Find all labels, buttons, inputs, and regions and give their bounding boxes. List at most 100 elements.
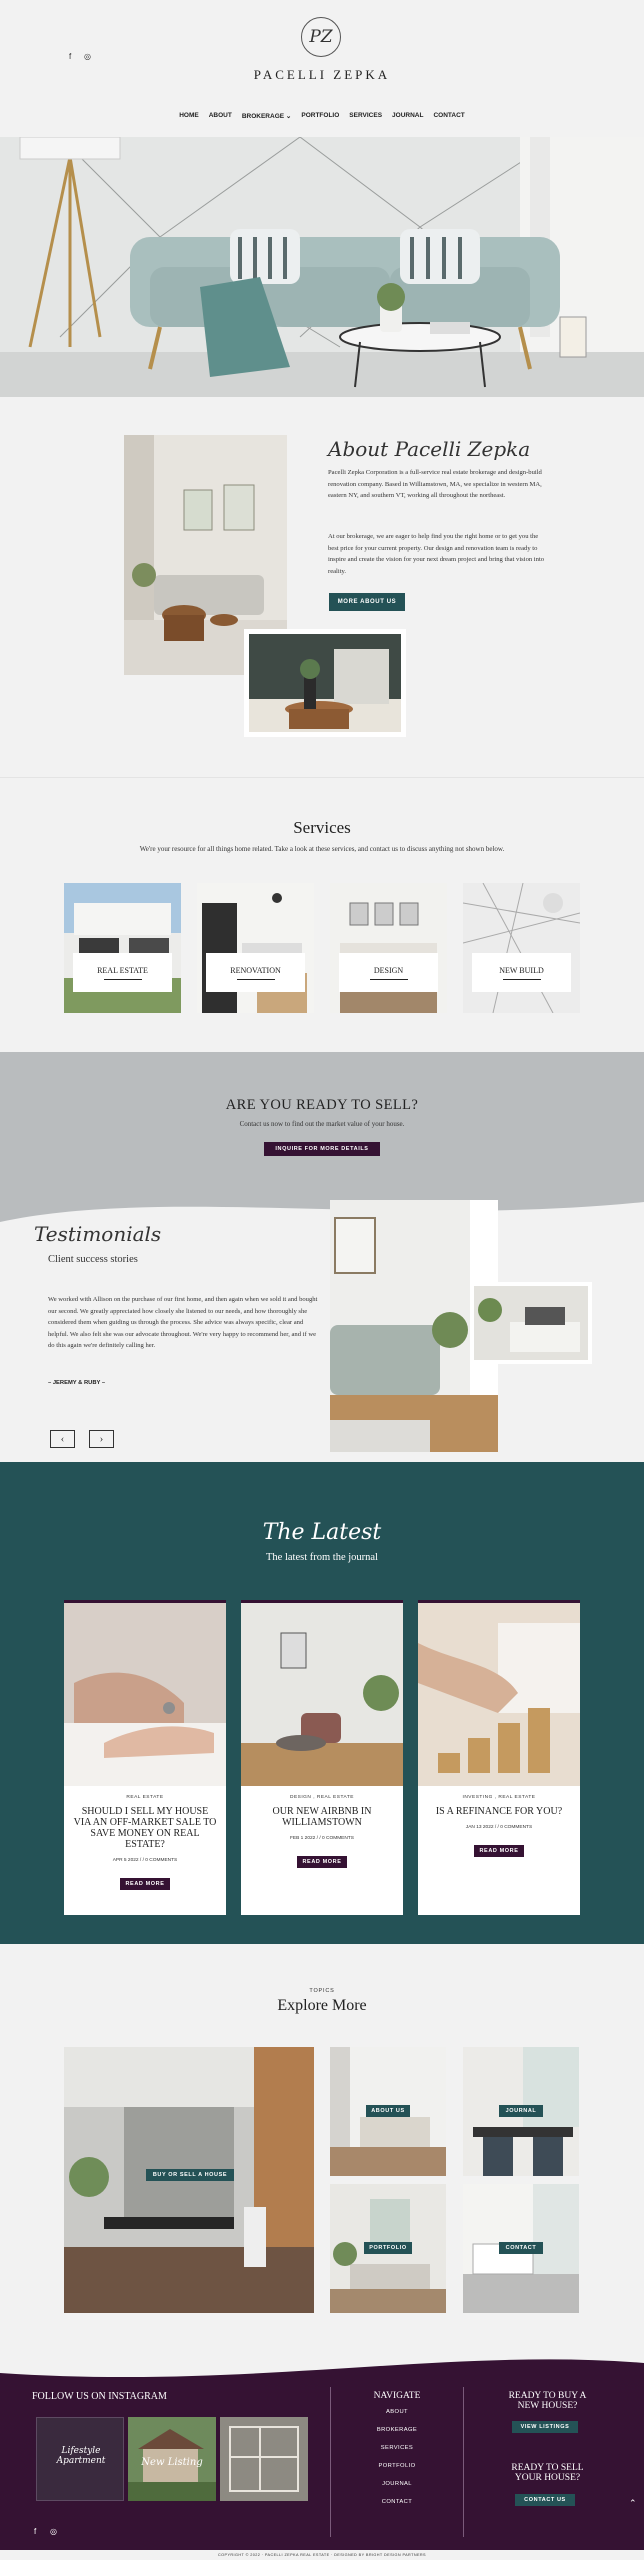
nav-item-journal[interactable]: JOURNAL [392, 112, 423, 120]
post-title[interactable]: SHOULD I SELL MY HOUSE VIA AN OFF-MARKET… [72, 1806, 218, 1850]
new-build-photo [463, 883, 580, 1013]
service-label-text: RENOVATION [230, 965, 281, 975]
read-more-button[interactable]: READ MORE [474, 1845, 524, 1857]
post-image-refinance [418, 1603, 580, 1786]
contact-us-button[interactable]: CONTACT US [515, 2494, 575, 2506]
service-card-new-build[interactable]: NEW BUILD [463, 883, 580, 1013]
instagram-caption: Lifestyle Apartment [56, 2446, 106, 2466]
copyright-text: COPYRIGHT © 2022 · PACELLI ZEPKA REAL ES… [218, 2553, 426, 2557]
post-category: DESIGN , REAL ESTATE [289, 1795, 355, 1800]
tile-about-us[interactable]: ABOUT US [330, 2047, 446, 2176]
read-more-button[interactable]: READ MORE [120, 1878, 170, 1890]
sell-footer-title: READY TO SELL YOUR HOUSE? [511, 2463, 584, 2483]
facebook-icon[interactable]: f [69, 52, 71, 61]
living-room-illustration [0, 137, 644, 397]
tile-portfolio[interactable]: PORTFOLIO [330, 2184, 446, 2313]
view-listings-button[interactable]: VIEW LISTINGS [512, 2421, 578, 2433]
tile-buy-or-sell[interactable]: BUY OR SELL A HOUSE [64, 2047, 314, 2313]
service-label-text: REAL ESTATE [97, 965, 148, 975]
instagram-photo-floorplan [220, 2417, 308, 2501]
about-title: About Pacelli Zepka [328, 437, 531, 461]
footer-link-services[interactable]: SERVICES [337, 2445, 457, 2451]
instagram-icon[interactable]: ◎ [50, 2527, 57, 2536]
nav-item-home[interactable]: HOME [179, 112, 199, 120]
facebook-icon[interactable]: f [34, 2527, 36, 2536]
service-label: DESIGN [339, 953, 438, 992]
renovation-photo [197, 883, 314, 1013]
nav-item-portfolio[interactable]: PORTFOLIO [301, 112, 339, 120]
nav-item-services[interactable]: SERVICES [349, 112, 382, 120]
tile-journal[interactable]: JOURNAL [463, 2047, 579, 2176]
service-label: NEW BUILD [472, 953, 571, 992]
hero-image [0, 137, 644, 397]
more-about-us-button[interactable]: MORE ABOUT US [329, 593, 405, 611]
chevron-down-icon: ⌄ [285, 113, 292, 120]
nav-item-contact[interactable]: CONTACT [433, 112, 464, 120]
read-more-button[interactable]: READ MORE [297, 1856, 347, 1868]
sell-title: ARE YOU READY TO SELL? [225, 1097, 419, 1113]
label-underline [502, 978, 541, 980]
tile-contact[interactable]: CONTACT [463, 2184, 579, 2313]
footer-divider [463, 2387, 464, 2537]
footer-link-portfolio[interactable]: PORTFOLIO [337, 2463, 457, 2469]
brand-name[interactable]: PACELLI ZEPKA [0, 67, 644, 83]
post-card[interactable]: INVESTING , REAL ESTATE IS A REFINANCE F… [418, 1600, 580, 1915]
post-meta: APR 5 2022 / / 0 COMMENTS [112, 1858, 178, 1863]
post-card[interactable]: DESIGN , REAL ESTATE OUR NEW AIRBNB IN W… [241, 1600, 403, 1915]
instagram-title: FOLLOW US ON INSTAGRAM [32, 2391, 167, 2402]
navigate-title: NAVIGATE [373, 2391, 421, 2401]
inquire-button[interactable]: INQUIRE FOR MORE DETAILS [264, 1142, 380, 1156]
site-footer: FOLLOW US ON INSTAGRAM Lifestyle Apartme… [0, 2355, 644, 2560]
post-title[interactable]: OUR NEW AIRBNB IN WILLIAMSTOWN [249, 1806, 395, 1828]
about-paragraph-1: Pacelli Zepka Corporation is a full-serv… [328, 469, 542, 499]
post-category: INVESTING , REAL ESTATE [462, 1795, 536, 1800]
explore-title: Explore More [277, 1997, 367, 2014]
label-underline [369, 978, 408, 980]
latest-subtitle: The latest from the journal [266, 1552, 378, 1563]
instagram-post[interactable]: Lifestyle Apartment [36, 2417, 124, 2501]
about-paragraph-2: At our brokerage, we are eager to help f… [328, 533, 545, 575]
footer-link-brokerage[interactable]: BROKERAGE [337, 2427, 457, 2433]
footer-link-about[interactable]: ABOUT [337, 2409, 457, 2415]
service-label: RENOVATION [206, 953, 305, 992]
site-header: f ◎ PZ PACELLI ZEPKA HOME ABOUT BROKERAG… [0, 0, 644, 137]
testimonial-prev-button[interactable]: ‹ [50, 1430, 75, 1448]
testimonials-script-title: Testimonials [34, 1222, 162, 1246]
post-category: REAL ESTATE [126, 1795, 164, 1800]
post-title[interactable]: IS A REFINANCE FOR YOU? [426, 1806, 572, 1817]
testimonial-next-button[interactable]: › [89, 1430, 114, 1448]
services-title: Services [293, 818, 351, 837]
tile-button[interactable]: ABOUT US [366, 2105, 410, 2117]
nav-item-about[interactable]: ABOUT [209, 112, 232, 120]
footer-link-contact[interactable]: CONTACT [337, 2499, 457, 2505]
service-label-text: NEW BUILD [499, 965, 544, 975]
service-label: REAL ESTATE [73, 953, 172, 992]
copyright-bar: COPYRIGHT © 2022 · PACELLI ZEPKA REAL ES… [0, 2550, 644, 2560]
post-meta: FEB 1 2022 / / 0 COMMENTS [290, 1836, 354, 1841]
services-subtitle: We're your resource for all things home … [139, 845, 505, 853]
testimonial-photo-small [470, 1282, 592, 1364]
design-photo [330, 883, 447, 1013]
main-nav: HOME ABOUT BROKERAGE ⌄ PORTFOLIO SERVICE… [0, 112, 644, 120]
instagram-post[interactable]: New Listing [128, 2417, 216, 2501]
tile-button[interactable]: BUY OR SELL A HOUSE [146, 2169, 234, 2181]
logo-mark[interactable]: PZ [301, 17, 341, 57]
post-image-airbnb [241, 1603, 403, 1786]
testimonial-quote: We worked with Allison on the purchase o… [48, 1296, 318, 1349]
tile-button[interactable]: CONTACT [499, 2242, 543, 2254]
service-card-real-estate[interactable]: REAL ESTATE [64, 883, 181, 1013]
instagram-post[interactable] [220, 2417, 308, 2501]
service-card-design[interactable]: DESIGN [330, 883, 447, 1013]
tile-button[interactable]: JOURNAL [499, 2105, 543, 2117]
latest-script-title: The Latest [262, 1520, 382, 1545]
post-card[interactable]: REAL ESTATE SHOULD I SELL MY HOUSE VIA A… [64, 1600, 226, 1915]
latest-journal-section: The Latest The latest from the journal R… [0, 1462, 644, 1944]
service-card-renovation[interactable]: RENOVATION [197, 883, 314, 1013]
back-to-top-icon[interactable]: ⌃ [629, 2498, 637, 2509]
label-underline [236, 978, 275, 980]
footer-link-journal[interactable]: JOURNAL [337, 2481, 457, 2487]
footer-wave [0, 2355, 644, 2378]
instagram-icon[interactable]: ◎ [84, 52, 91, 61]
nav-item-brokerage[interactable]: BROKERAGE ⌄ [242, 112, 292, 120]
tile-button[interactable]: PORTFOLIO [364, 2242, 412, 2254]
